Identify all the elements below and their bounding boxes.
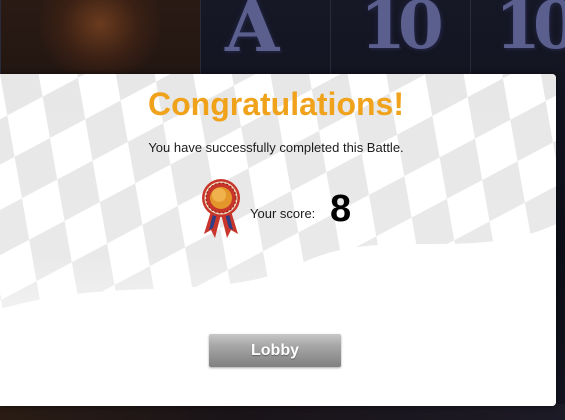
medal-icon xyxy=(202,179,240,238)
pirate-symbol xyxy=(40,0,160,80)
reel-symbol-10: 10 xyxy=(360,0,444,64)
reel-symbol-10: 10 xyxy=(495,0,565,64)
reel-symbol-a: A xyxy=(225,0,280,68)
battle-complete-dialog: Congratulations! You have successfully c… xyxy=(0,74,556,406)
lobby-button[interactable]: Lobby xyxy=(209,334,341,367)
score-value: 8 xyxy=(330,188,352,230)
score-row: Your score: 8 xyxy=(200,178,400,240)
completion-message: You have successfully completed this Bat… xyxy=(148,140,404,155)
score-label: Your score: xyxy=(250,206,316,221)
dialog-title: Congratulations! xyxy=(148,86,404,122)
bottom-bar xyxy=(0,404,565,420)
